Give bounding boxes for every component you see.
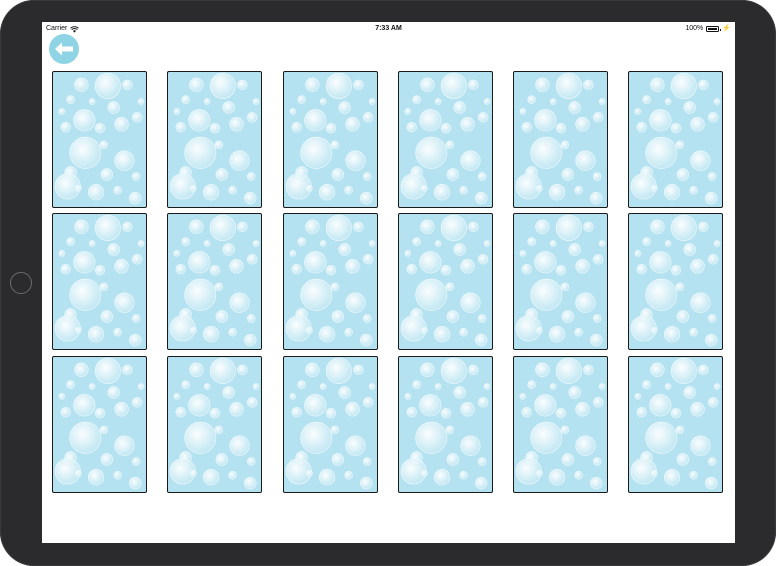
bubble-pattern-icon <box>169 214 260 347</box>
tablet-frame: Carrier 7:33 AM 100% ⚡ <box>0 0 776 566</box>
memory-card[interactable] <box>283 213 378 350</box>
bubble-pattern-icon <box>630 357 721 490</box>
memory-card[interactable] <box>513 71 608 208</box>
bubble-pattern-icon <box>54 72 145 205</box>
memory-card[interactable] <box>628 213 723 350</box>
bubble-pattern-icon <box>285 214 376 347</box>
memory-card[interactable] <box>52 71 147 208</box>
memory-card[interactable] <box>398 213 493 350</box>
home-button[interactable] <box>10 272 32 294</box>
memory-card[interactable] <box>167 356 262 493</box>
bubble-pattern-icon <box>54 214 145 347</box>
memory-card[interactable] <box>513 213 608 350</box>
bubble-pattern-icon <box>515 72 606 205</box>
memory-card[interactable] <box>283 71 378 208</box>
memory-card[interactable] <box>628 356 723 493</box>
bubble-pattern-icon <box>169 72 260 205</box>
bubble-pattern-icon <box>400 72 491 205</box>
memory-card[interactable] <box>398 71 493 208</box>
bubble-pattern-icon <box>400 357 491 490</box>
bubble-pattern-icon <box>54 357 145 490</box>
memory-card[interactable] <box>513 356 608 493</box>
bubble-pattern-icon <box>285 357 376 490</box>
memory-card[interactable] <box>52 213 147 350</box>
bubble-pattern-icon <box>515 214 606 347</box>
bubble-pattern-icon <box>630 72 721 205</box>
app-screen: Carrier 7:33 AM 100% ⚡ <box>42 22 735 543</box>
memory-card[interactable] <box>398 356 493 493</box>
bubble-pattern-icon <box>169 357 260 490</box>
memory-card[interactable] <box>167 213 262 350</box>
bubble-pattern-icon <box>400 214 491 347</box>
bubble-pattern-icon <box>285 72 376 205</box>
bubble-pattern-icon <box>515 357 606 490</box>
bubble-pattern-icon <box>630 214 721 347</box>
memory-card[interactable] <box>167 71 262 208</box>
card-grid <box>42 22 735 543</box>
memory-card[interactable] <box>628 71 723 208</box>
memory-card[interactable] <box>52 356 147 493</box>
memory-card[interactable] <box>283 356 378 493</box>
